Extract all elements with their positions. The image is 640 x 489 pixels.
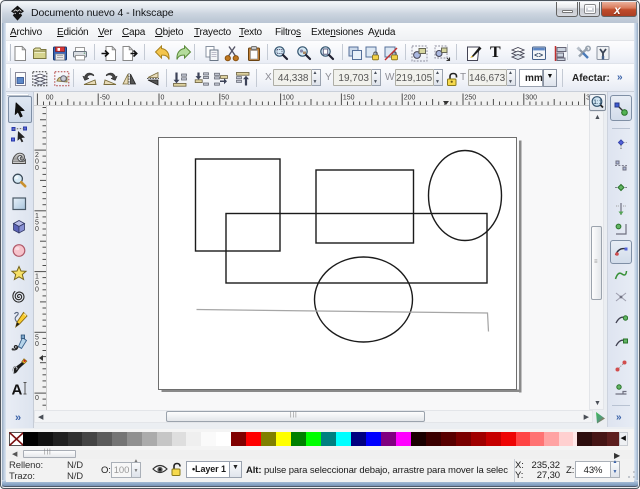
svg-text:200: 200 (404, 95, 416, 102)
svg-text:50: 50 (221, 95, 229, 102)
svg-text:00: 00 (46, 95, 54, 102)
svg-text:0: 0 (35, 165, 39, 172)
svg-text:0: 0 (35, 226, 39, 233)
svg-text:-50: -50 (100, 95, 110, 102)
svg-text:0: 0 (35, 395, 39, 402)
svg-text:150: 150 (343, 95, 355, 102)
svg-text:100: 100 (282, 95, 294, 102)
svg-text:0: 0 (35, 287, 39, 294)
svg-text:A: A (12, 382, 23, 399)
svg-text:<>: <> (534, 51, 543, 60)
svg-text:0: 0 (35, 341, 39, 348)
svg-text:0: 0 (161, 95, 165, 102)
svg-text:250: 250 (465, 95, 477, 102)
svg-text:300: 300 (525, 95, 537, 102)
